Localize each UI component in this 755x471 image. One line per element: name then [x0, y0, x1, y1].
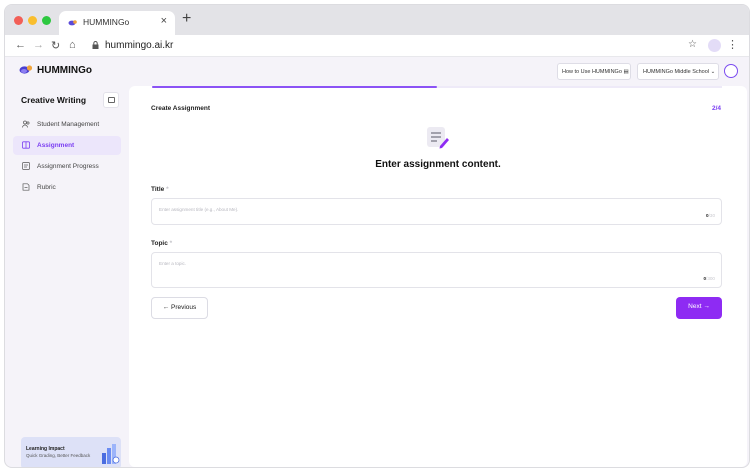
new-tab-button[interactable]: +: [182, 10, 191, 28]
next-button[interactable]: Next →: [676, 297, 722, 319]
required-mark: *: [166, 186, 169, 193]
home-icon[interactable]: ⌂: [69, 39, 76, 51]
browser-toolbar: ← → ↻ ⌂ hummingo.ai.kr ☆ ⋮: [5, 35, 749, 57]
progress-icon: [22, 162, 30, 170]
app-header: HUMMINGo How to Use HUMMINGo ▤ HUMMINGo …: [5, 58, 749, 84]
maximize-window-button[interactable]: [42, 16, 51, 25]
required-mark: *: [169, 240, 173, 247]
page-title: Create Assignment: [151, 105, 210, 112]
title-input[interactable]: Enter assignment title (e.g., About Me).…: [151, 198, 722, 225]
tab-title: HUMMINGo: [83, 17, 130, 27]
step-progress-fill: [152, 86, 437, 88]
assignment-form-card: Create Assignment 2/4 Enter assignment c…: [129, 86, 747, 467]
address-bar[interactable]: hummingo.ai.kr: [105, 40, 173, 51]
hummingo-logo-icon: [19, 65, 33, 74]
title-field-label: Title *: [151, 186, 169, 193]
close-window-button[interactable]: [14, 16, 23, 25]
class-title: Creative Writing: [21, 95, 87, 105]
document-edit-icon: [427, 127, 449, 149]
rubric-icon: [22, 183, 30, 191]
promo-title: Learning Impact: [26, 446, 65, 452]
hummingo-favicon-icon: [68, 20, 77, 26]
topic-char-count: 0/300: [703, 276, 715, 281]
forward-icon[interactable]: →: [33, 39, 44, 51]
sidebar-item-label: Rubric: [37, 184, 56, 191]
sidebar-collapse-button[interactable]: [103, 92, 119, 108]
kebab-icon[interactable]: ⋮: [727, 38, 738, 51]
title-char-count: 0/30: [706, 213, 715, 218]
promo-banner[interactable]: Learning Impact Quick Grading, Better Fe…: [21, 437, 121, 467]
users-icon: [22, 120, 30, 128]
minimize-window-button[interactable]: [28, 16, 37, 25]
book-icon: ▤: [623, 69, 629, 75]
back-icon[interactable]: ←: [15, 39, 26, 51]
bar-chart-illustration-icon: [102, 444, 120, 464]
topic-label: Topic: [151, 240, 168, 247]
assignment-icon: [22, 141, 30, 149]
topic-placeholder: Enter a topic.: [159, 261, 187, 266]
topic-input[interactable]: Enter a topic. 0/300: [151, 252, 722, 288]
title-label: Title: [151, 186, 165, 193]
tab-strip: HUMMINGo × +: [5, 5, 749, 35]
step-progress-bar: [152, 86, 722, 88]
sidebar-item-assignment-progress[interactable]: Assignment Progress: [13, 157, 121, 176]
tab-close-icon[interactable]: ×: [161, 15, 167, 27]
sidebar: Creative Writing Student Management Assi…: [13, 87, 121, 467]
sidebar-item-label: Assignment: [37, 142, 75, 149]
title-placeholder: Enter assignment title (e.g., About Me).: [159, 207, 239, 212]
sidebar-item-label: Assignment Progress: [37, 163, 99, 170]
lock-icon: [92, 41, 99, 49]
school-name: HUMMINGo Middle School: [643, 69, 710, 75]
reload-icon[interactable]: ↻: [51, 39, 60, 52]
sidebar-item-rubric[interactable]: Rubric: [13, 178, 121, 197]
avatar[interactable]: [724, 64, 738, 78]
browser-tab[interactable]: HUMMINGo ×: [59, 11, 175, 35]
panel-icon: [108, 97, 115, 103]
brand-name: HUMMINGo: [37, 65, 92, 76]
sidebar-item-student-management[interactable]: Student Management: [13, 115, 121, 134]
school-selector[interactable]: HUMMINGo Middle School ⌄: [637, 63, 719, 80]
title-max: /30: [708, 213, 715, 218]
star-icon[interactable]: ☆: [688, 39, 697, 50]
sidebar-item-label: Student Management: [37, 121, 100, 128]
topic-max: /300: [706, 276, 715, 281]
step-indicator: 2/4: [711, 105, 721, 112]
how-to-use-button[interactable]: How to Use HUMMINGo ▤: [557, 63, 631, 80]
sidebar-item-assignment[interactable]: Assignment: [13, 136, 121, 155]
previous-button[interactable]: ← Previous: [151, 297, 208, 319]
how-to-use-label: How to Use HUMMINGo: [562, 69, 622, 75]
topic-field-label: Topic *: [151, 240, 172, 247]
browser-window: HUMMINGo × + ← → ↻ ⌂ hummingo.ai.kr ☆ ⋮ …: [4, 4, 750, 468]
promo-subtitle: Quick Grading, Better Feedback: [26, 453, 91, 458]
chevron-down-icon: ⌄: [710, 69, 716, 75]
extension-icon[interactable]: [708, 39, 721, 52]
step-heading: Enter assignment content.: [375, 159, 501, 170]
